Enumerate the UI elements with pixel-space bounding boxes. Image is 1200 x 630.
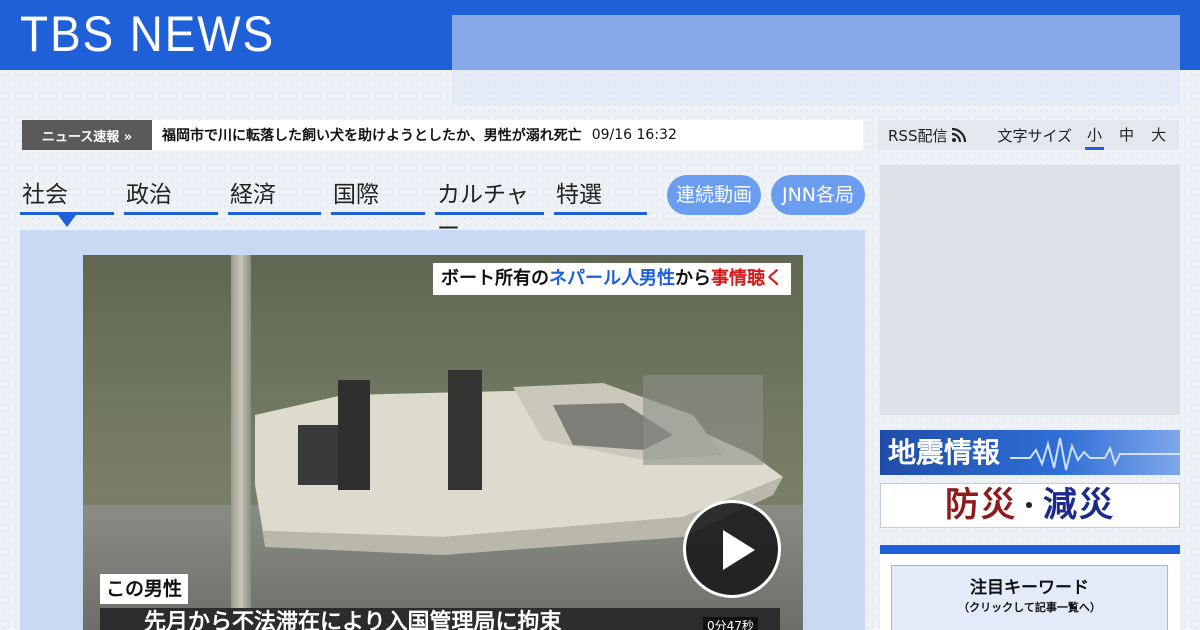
font-size-small[interactable]: 小 — [1085, 120, 1105, 150]
tab-politics[interactable]: 政治 — [124, 178, 218, 215]
continuous-video-button[interactable]: 連続動画 — [667, 175, 761, 215]
font-size-label: 文字サイズ — [997, 126, 1073, 145]
jnn-stations-button[interactable]: JNN各局 — [771, 175, 865, 215]
breaking-news-headline[interactable]: 福岡市で川に転落した飼い犬を助けようとしたか、男性が溺れ死亡 — [162, 125, 582, 145]
tbs-news-logo[interactable]: TBS NEWS — [20, 6, 275, 62]
breaking-news-time: 09/16 16:32 — [591, 127, 677, 143]
seismograph-icon — [1010, 437, 1180, 471]
tab-featured[interactable]: 特選 — [554, 178, 647, 215]
tab-economy[interactable]: 経済 — [228, 178, 321, 215]
keywords-title: 注目キーワード — [970, 578, 1089, 598]
breaking-news-label[interactable]: ニュース速報 » — [22, 120, 152, 150]
earthquake-info-banner[interactable]: 地震情報 — [880, 430, 1180, 475]
featured-keywords: 注目キーワード （クリックして記事一覧へ） — [880, 545, 1180, 630]
tab-society[interactable]: 社会 — [20, 178, 114, 215]
tab-international[interactable]: 国際 — [331, 178, 425, 215]
header-ad-banner[interactable] — [452, 15, 1180, 105]
video-duration: 0分47秒 — [703, 617, 758, 630]
play-icon[interactable] — [683, 500, 781, 598]
video-player[interactable]: ボート所有のネパール人男性から事情聴く この男性 先月から不法滞在により入国管理… — [83, 255, 803, 630]
video-caption-bottom: 先月から不法滞在により入国管理局に拘束 — [100, 608, 780, 630]
rss-label: RSS配信 — [888, 126, 948, 145]
pole — [231, 255, 251, 630]
font-size-medium[interactable]: 中 — [1117, 120, 1136, 150]
rss-icon — [952, 127, 967, 143]
utility-bar: RSS配信 文字サイズ 小 中 大 — [878, 120, 1179, 150]
video-caption-name: この男性 — [100, 574, 189, 604]
keywords-box[interactable]: 注目キーワード （クリックして記事一覧へ） — [891, 565, 1168, 630]
keywords-subtitle: （クリックして記事一覧へ） — [958, 601, 1101, 614]
disaster-prevention-banner[interactable]: 防災・減災 — [880, 483, 1180, 528]
breaking-news-ticker[interactable]: ニュース速報 » 福岡市で川に転落した飼い犬を助けようとしたか、男性が溺れ死亡 … — [22, 120, 863, 150]
font-size-large[interactable]: 大 — [1149, 120, 1168, 150]
rss-link[interactable]: RSS配信 — [888, 125, 967, 146]
tab-culture[interactable]: カルチャー — [435, 178, 544, 242]
earthquake-info-label: 地震情報 — [888, 436, 1001, 469]
sidebar-ad[interactable] — [880, 165, 1180, 415]
video-caption-top: ボート所有のネパール人男性から事情聴く — [433, 263, 791, 295]
active-tab-indicator — [58, 215, 76, 227]
